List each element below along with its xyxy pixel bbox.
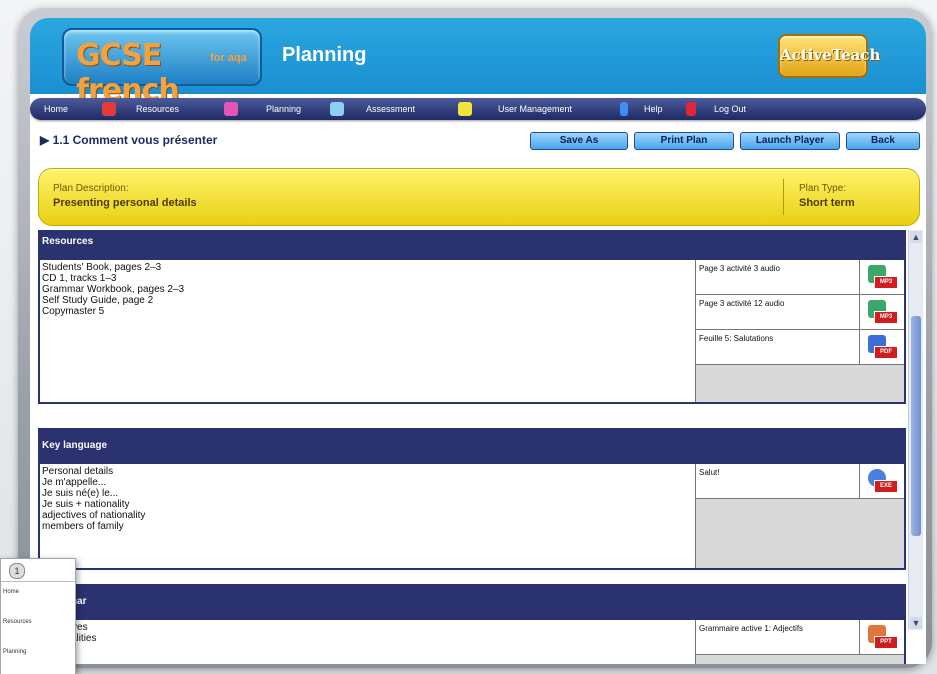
nav-item-logout[interactable]: Log Out: [714, 101, 774, 117]
nav-item-label: Log Out: [714, 104, 747, 114]
scroll-up-arrow-icon[interactable]: ▲: [910, 231, 922, 243]
user-management-icon: [620, 102, 628, 116]
nav-item-help[interactable]: Help: [644, 101, 704, 117]
popup-item[interactable]: Resources: [3, 619, 32, 625]
key-language-section: Key language Personal details Je m'appel…: [38, 428, 906, 570]
mp3-file-icon[interactable]: MP3: [868, 265, 898, 289]
popup-divider: [1, 581, 75, 582]
app-screen: GCSE french for aqa Planning ActiveTeach…: [30, 18, 926, 664]
nav-item-resources[interactable]: Resources: [136, 101, 246, 117]
plan-description-banner: Plan Description: Presenting personal de…: [38, 168, 920, 226]
popup-item[interactable]: Home: [3, 589, 19, 595]
file-icon-cell: EXE: [859, 464, 904, 498]
side-popup: 1 Home Resources Planning: [0, 558, 76, 674]
section-heading: Resources: [42, 236, 94, 247]
key-language-text: Personal details Je m'appelle... Je suis…: [42, 466, 146, 532]
app-frame: GCSE french for aqa Planning ActiveTeach…: [0, 0, 937, 674]
print-plan-button[interactable]: Print Plan: [634, 132, 734, 150]
file-name: Page 3 activité 3 audio: [699, 264, 780, 273]
content-scrollbar[interactable]: ▲ ▼: [908, 230, 923, 630]
assessment-icon: [458, 102, 472, 116]
planning-icon: [330, 102, 344, 116]
ppt-file-icon[interactable]: PPT: [868, 625, 898, 649]
popup-number-badge: 1: [9, 563, 25, 579]
file-row[interactable]: Salut! EXE: [696, 464, 904, 499]
home-icon: [102, 102, 116, 116]
logo-subtitle: for aqa: [210, 52, 247, 64]
nav-item-user-management[interactable]: User Management: [498, 101, 638, 117]
page-section-title: Planning: [282, 44, 367, 66]
plan-type-label: Plan Type:: [799, 183, 847, 194]
launch-player-button[interactable]: Launch Player: [740, 132, 840, 150]
file-row[interactable]: Feuille 5: Salutations PDF: [696, 330, 904, 365]
grammar-section: Grammar Adjectives Nationalities Grammai…: [38, 584, 906, 664]
file-list: Page 3 activité 3 audio MP3 Page 3 activ…: [695, 260, 904, 402]
section-body: Adjectives Nationalities Grammaire activ…: [40, 620, 904, 664]
file-name: Feuille 5: Salutations: [699, 334, 774, 343]
nav-item-label: Help: [644, 104, 663, 114]
file-list: Grammaire active 1: Adjectifs PPT: [695, 620, 904, 664]
plan-title: ▶ 1.1 Comment vous présenter: [40, 133, 217, 147]
save-as-button[interactable]: Save As: [530, 132, 628, 150]
file-type-badge: MP3: [874, 311, 898, 324]
section-body: Personal details Je m'appelle... Je suis…: [40, 464, 904, 568]
nav-item-label: User Management: [498, 104, 573, 114]
file-name: Grammaire active 1: Adjectifs: [699, 624, 804, 633]
main-nav: Home Resources Planning Assessment User …: [30, 98, 926, 120]
section-body: Students' Book, pages 2–3 CD 1, tracks 1…: [40, 260, 904, 402]
file-type-badge: PDF: [874, 346, 898, 359]
file-row[interactable]: Page 3 activité 12 audio MP3: [696, 295, 904, 330]
nav-item-label: Resources: [136, 104, 180, 114]
mp3-file-icon[interactable]: MP3: [868, 300, 898, 324]
back-button[interactable]: Back: [846, 132, 920, 150]
popup-item[interactable]: Planning: [3, 649, 26, 655]
play-triangle-icon: ▶: [40, 133, 53, 147]
file-type-badge: MP3: [874, 276, 898, 289]
file-icon-cell: PDF: [859, 330, 904, 364]
nav-item-planning[interactable]: Planning: [266, 101, 350, 117]
brand-label: ActiveTeach: [780, 46, 881, 64]
plan-content[interactable]: Resources Students' Book, pages 2–3 CD 1…: [38, 230, 906, 664]
brand-logo: ActiveTeach: [778, 34, 881, 78]
nav-item-label: Home: [44, 104, 69, 114]
file-icon-cell: MP3: [859, 295, 904, 329]
resources-icon: [224, 102, 238, 116]
pdf-file-icon[interactable]: PDF: [868, 335, 898, 359]
plan-title-text: 1.1 Comment vous présenter: [52, 133, 218, 147]
header-bar: GCSE french for aqa Planning ActiveTeach: [30, 18, 926, 108]
banner-divider: [783, 179, 784, 215]
file-row[interactable]: Grammaire active 1: Adjectifs PPT: [696, 620, 904, 655]
section-heading: Key language: [42, 440, 108, 451]
plan-description-label: Plan Description:: [53, 183, 129, 194]
toolbar-row: ▶ 1.1 Comment vous présenter Save As Pri…: [30, 130, 926, 152]
nav-item-home[interactable]: Home: [44, 101, 124, 117]
scroll-down-arrow-icon[interactable]: ▼: [910, 617, 922, 629]
file-name: Page 3 activité 12 audio: [699, 299, 785, 308]
exe-file-icon[interactable]: EXE: [868, 469, 898, 493]
nav-item-label: Planning: [266, 104, 302, 114]
scroll-thumb[interactable]: [911, 316, 921, 536]
file-icon-cell: PPT: [859, 620, 904, 654]
plan-type-value: Short term: [799, 197, 855, 209]
resources-section: Resources Students' Book, pages 2–3 CD 1…: [38, 230, 906, 404]
resources-text: Students' Book, pages 2–3 CD 1, tracks 1…: [42, 262, 185, 317]
file-list: Salut! EXE: [695, 464, 904, 568]
plan-description-value: Presenting personal details: [53, 197, 197, 209]
file-icon-cell: MP3: [859, 260, 904, 294]
file-type-badge: EXE: [874, 480, 898, 493]
nav-item-assessment[interactable]: Assessment: [366, 101, 476, 117]
file-type-badge: PPT: [874, 636, 898, 649]
file-row[interactable]: Page 3 activité 3 audio MP3: [696, 260, 904, 295]
help-icon: [686, 102, 696, 116]
file-name: Salut!: [699, 468, 720, 477]
nav-item-label: Assessment: [366, 104, 416, 114]
product-logo[interactable]: GCSE french for aqa: [62, 28, 262, 108]
